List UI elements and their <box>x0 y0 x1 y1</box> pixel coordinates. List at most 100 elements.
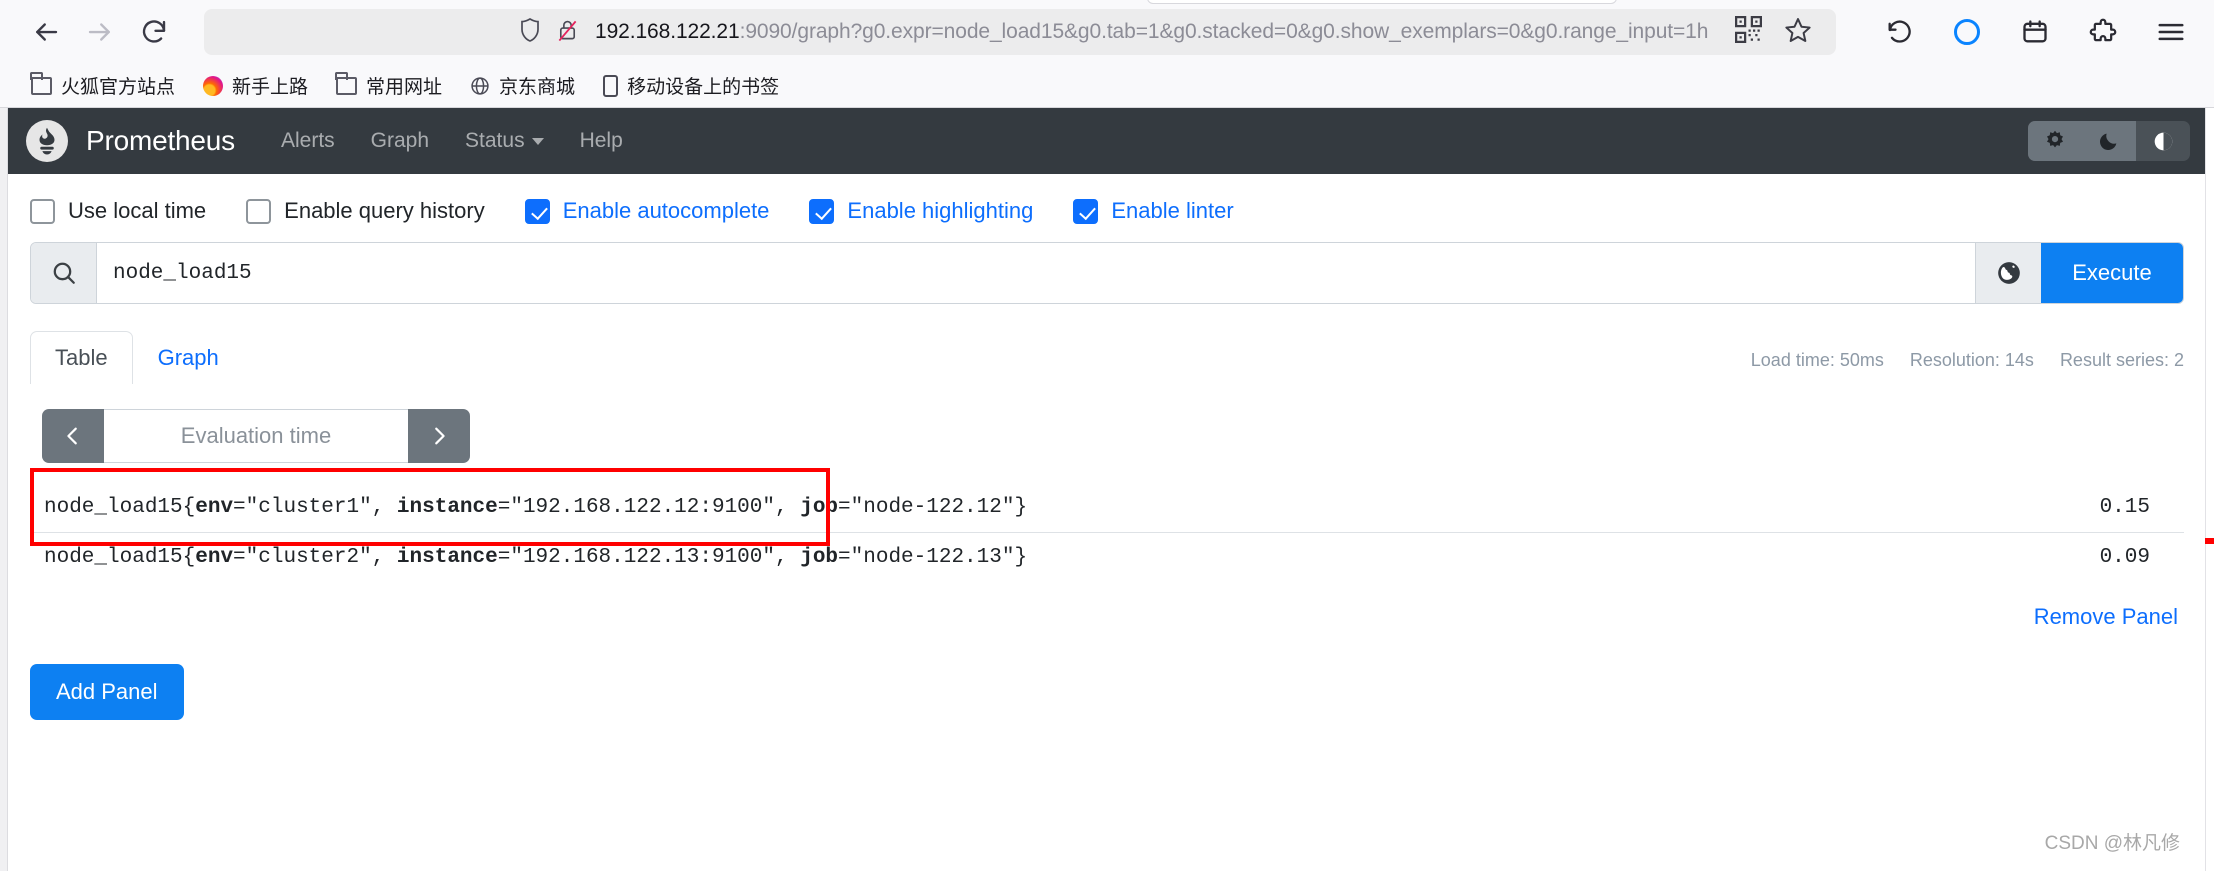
extension-puzzle-icon[interactable] <box>2082 11 2124 53</box>
checkbox[interactable] <box>30 198 55 224</box>
query-input[interactable]: node_load15 <box>97 243 1975 303</box>
table-row[interactable]: node_load15{env="cluster1", instance="19… <box>30 483 2184 533</box>
option-label: Enable query history <box>284 198 485 223</box>
option-label: Enable highlighting <box>847 198 1034 223</box>
annotation-tick <box>2205 538 2214 544</box>
bookmarks-bar: 火狐官方站点 新手上路 常用网址 京东商城 移动设备上的书签 <box>0 64 2214 108</box>
qr-code-icon[interactable] <box>1735 16 1762 48</box>
nav-link-alerts[interactable]: Alerts <box>281 129 335 153</box>
label-name-job: job <box>800 546 839 569</box>
table-row[interactable]: node_load15{env="cluster2", instance="19… <box>30 532 2184 582</box>
undo-arrow-icon[interactable] <box>1878 11 1920 53</box>
checkbox[interactable] <box>1073 198 1099 224</box>
toolbar-right-actions <box>1878 11 2192 53</box>
prometheus-page: Use local time Enable query history Enab… <box>0 174 2214 720</box>
label-name-instance: instance <box>396 546 498 569</box>
add-panel-button[interactable]: Add Panel <box>30 664 184 720</box>
value-cell: 0.09 <box>1964 532 2184 582</box>
navbar-links: Alerts Graph Status Help <box>281 129 623 153</box>
firefox-icon <box>203 75 224 96</box>
folder-icon <box>335 71 358 95</box>
bookmark-item-mobile[interactable]: 移动设备上的书签 <box>594 67 788 104</box>
label-value-job: "node-122.13" <box>850 546 1015 569</box>
url-host: 192.168.122.21 <box>595 20 740 43</box>
metric-cell: node_load15{env="cluster2", instance="19… <box>30 532 1964 582</box>
option-enable-query-history[interactable]: Enable query history <box>246 198 485 224</box>
metric-cell: node_load15{env="cluster1", instance="19… <box>44 496 1028 519</box>
permission-blocked-icon[interactable] <box>556 17 579 48</box>
value-cell: 0.15 <box>2099 496 2150 519</box>
label-name-job: job <box>800 496 839 519</box>
folder-icon <box>30 71 52 95</box>
bookmark-label: 火狐官方站点 <box>61 77 176 98</box>
evaluation-time-control: Evaluation time <box>42 409 470 463</box>
checkbox[interactable] <box>809 198 835 224</box>
label-name-instance: instance <box>396 496 498 519</box>
page-left-edge <box>0 108 8 871</box>
remove-panel-link[interactable]: Remove Panel <box>30 582 2184 630</box>
browser-window: 192.168.122.21:9090/graph?g0.expr=node_l… <box>0 0 2214 871</box>
label-value-job: "node-122.12" <box>850 496 1015 519</box>
option-enable-highlighting[interactable]: Enable highlighting <box>809 198 1033 224</box>
search-icon[interactable] <box>31 243 97 303</box>
stat-result-series: Result series: 2 <box>2059 350 2184 370</box>
option-enable-autocomplete[interactable]: Enable autocomplete <box>524 198 769 224</box>
shield-icon[interactable] <box>518 17 542 48</box>
result-tabs-bar: Table Graph Load time: 50ms Resolution: … <box>30 330 2184 384</box>
browser-toolbar: 192.168.122.21:9090/graph?g0.expr=node_l… <box>0 0 2214 64</box>
label-name-env: env <box>195 496 234 519</box>
brand[interactable]: Prometheus <box>26 120 235 162</box>
url-bar[interactable]: 192.168.122.21:9090/graph?g0.expr=node_l… <box>204 9 1836 55</box>
option-label: Enable linter <box>1111 198 1234 223</box>
bookmark-item-firefox-official[interactable]: 火狐官方站点 <box>22 67 184 104</box>
star-icon[interactable] <box>1784 16 1812 49</box>
query-stats: Load time: 50ms Resolution: 14s Result s… <box>1751 350 2184 383</box>
account-circle-icon[interactable] <box>1946 11 1988 53</box>
prometheus-navbar: Prometheus Alerts Graph Status Help <box>0 108 2214 174</box>
sun-icon[interactable] <box>2028 121 2082 161</box>
forward-arrow-icon[interactable] <box>76 8 124 56</box>
chevron-left-icon[interactable] <box>42 409 104 463</box>
execute-button[interactable]: Execute <box>2041 243 2183 303</box>
nav-link-status[interactable]: Status <box>465 129 544 153</box>
label-value-env: "cluster1" <box>245 496 372 519</box>
tab-table[interactable]: Table <box>30 331 133 384</box>
evaluation-time-input[interactable]: Evaluation time <box>104 409 408 463</box>
label-value-instance: "192.168.122.12:9100" <box>510 496 775 519</box>
option-enable-linter[interactable]: Enable linter <box>1073 198 1234 224</box>
result-tabs: Table Graph <box>30 330 244 384</box>
half-circle-icon[interactable] <box>2136 121 2190 161</box>
option-label: Use local time <box>68 198 207 223</box>
chevron-right-icon[interactable] <box>408 409 470 463</box>
metric-name: node_load15 <box>44 496 183 519</box>
moon-icon[interactable] <box>2082 121 2136 161</box>
label-value-env: "cluster2" <box>245 546 372 569</box>
results-table: node_load15{env="cluster1", instance="19… <box>30 483 2184 582</box>
bookmark-label: 常用网址 <box>366 77 443 98</box>
label-name-env: env <box>195 546 234 569</box>
navigation-buttons <box>22 8 178 56</box>
checkbox[interactable] <box>246 198 272 224</box>
theme-toggle-group <box>2028 121 2190 161</box>
checkbox[interactable] <box>524 198 550 224</box>
save-page-icon[interactable] <box>2014 11 2056 53</box>
url-bar-icons <box>518 17 579 48</box>
option-use-local-time[interactable]: Use local time <box>30 198 206 224</box>
hamburger-menu-icon[interactable] <box>2150 11 2192 53</box>
bookmark-item-jd[interactable]: 京东商城 <box>461 67 584 104</box>
chevron-down-icon <box>531 137 544 145</box>
stat-load-time: Load time: 50ms <box>1750 350 1884 370</box>
tab-graph[interactable]: Graph <box>133 331 244 384</box>
reload-icon[interactable] <box>130 8 178 56</box>
bookmark-item-common-sites[interactable]: 常用网址 <box>327 67 451 104</box>
back-arrow-icon[interactable] <box>22 8 70 56</box>
bookmark-item-getting-started[interactable]: 新手上路 <box>194 67 317 104</box>
page-scrollbar[interactable] <box>2205 108 2214 871</box>
url-text[interactable]: 192.168.122.21:9090/graph?g0.expr=node_l… <box>595 20 1735 44</box>
globe-icon[interactable] <box>1975 243 2041 303</box>
url-path: :9090/graph?g0.expr=node_load15&g0.tab=1… <box>739 20 1709 43</box>
nav-link-graph[interactable]: Graph <box>371 129 429 153</box>
popup-remnant <box>1147 0 1617 4</box>
nav-link-help[interactable]: Help <box>580 129 623 153</box>
watermark: CSDN @林凡修 <box>2044 833 2180 854</box>
